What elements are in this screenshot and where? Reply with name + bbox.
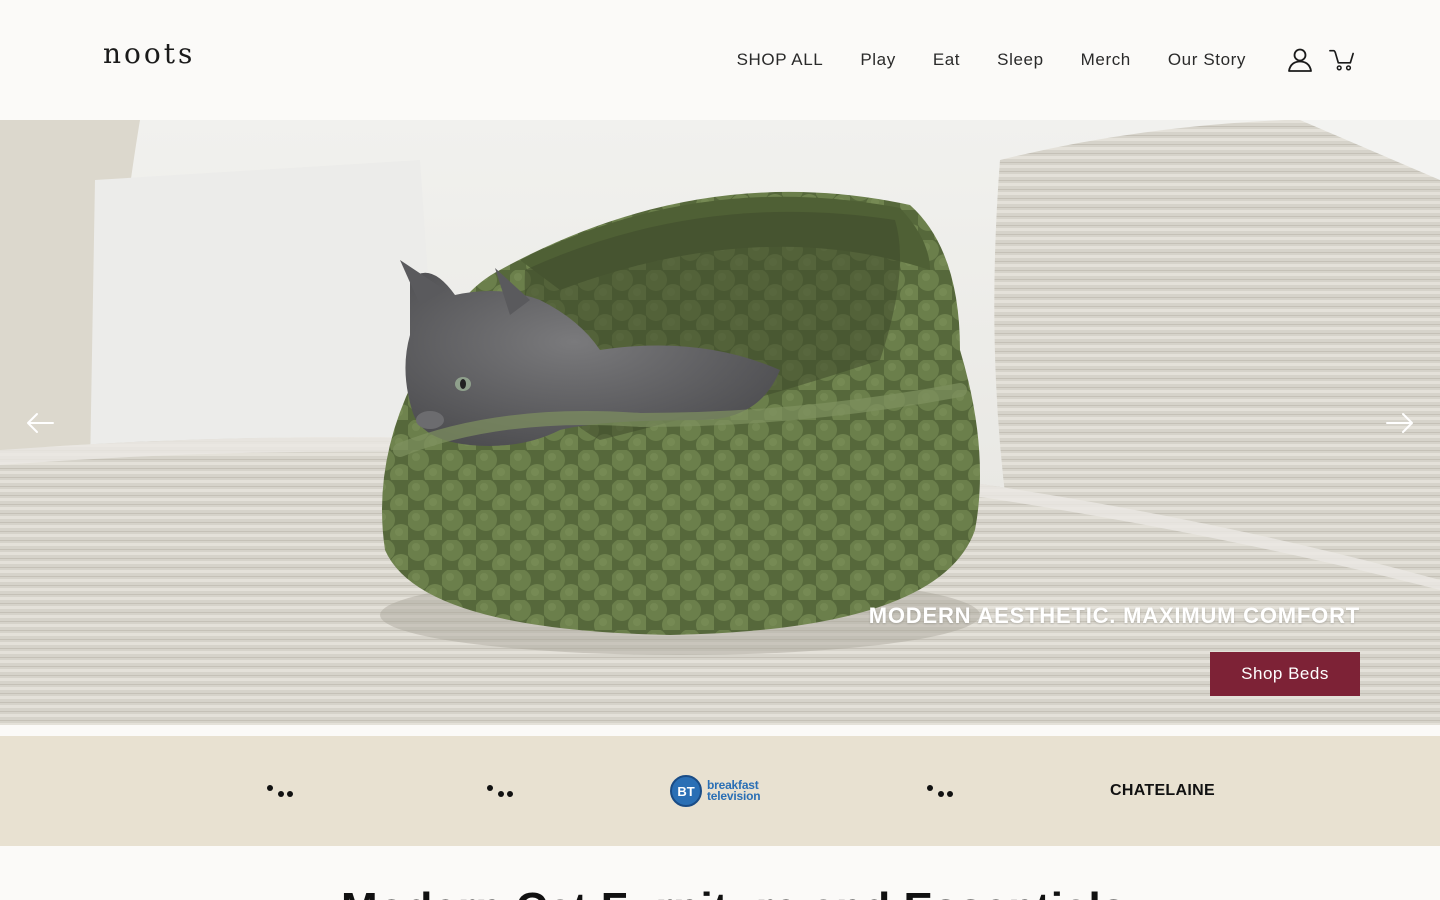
account-icon[interactable] [1287,47,1313,73]
bt-badge: BT [670,775,702,807]
cart-icon[interactable] [1329,47,1355,73]
hero-heading: MODERN AESTHETIC. MAXIMUM COMFORT [868,603,1360,628]
press-logo-2[interactable] [485,736,515,846]
hero-image [0,120,1440,725]
nav-shop-all[interactable]: SHOP ALL [737,49,824,71]
bt-line2: television [707,789,761,803]
main-nav: SHOP ALL Play Eat Sleep Merch Our Story [737,49,1246,71]
nav-merch[interactable]: Merch [1081,49,1131,71]
nav-sleep[interactable]: Sleep [997,49,1043,71]
press-dots-logo [925,781,955,801]
press-logo-breakfast-television[interactable]: BT breakfast television [670,736,761,846]
featured-section: Modern Cat Furniture and Essentials [0,846,1440,900]
press-logos-bar: BT breakfast television CHATELAINE [0,736,1440,846]
nav-eat[interactable]: Eat [933,49,960,71]
chatelaine-logo: CHATELAINE [1110,782,1215,799]
hero-slideshow: MODERN AESTHETIC. MAXIMUM COMFORT Shop B… [0,120,1440,725]
press-logo-chatelaine[interactable]: CHATELAINE [1110,736,1215,846]
arrow-right-icon[interactable] [1385,410,1415,436]
arrow-left-icon[interactable] [25,410,55,436]
shop-beds-button[interactable]: Shop Beds [1210,652,1360,696]
press-logo-4[interactable] [925,736,955,846]
section-title: Modern Cat Furniture and Essentials [341,884,1126,900]
nav-our-story[interactable]: Our Story [1168,49,1246,71]
nav-play[interactable]: Play [860,49,895,71]
press-dots-logo [485,781,515,801]
press-logo-1[interactable] [265,736,295,846]
press-dots-logo [265,781,295,801]
site-header: noots SHOP ALL Play Eat Sleep Merch Our … [0,0,1440,120]
brand-logo[interactable]: noots [103,40,195,68]
